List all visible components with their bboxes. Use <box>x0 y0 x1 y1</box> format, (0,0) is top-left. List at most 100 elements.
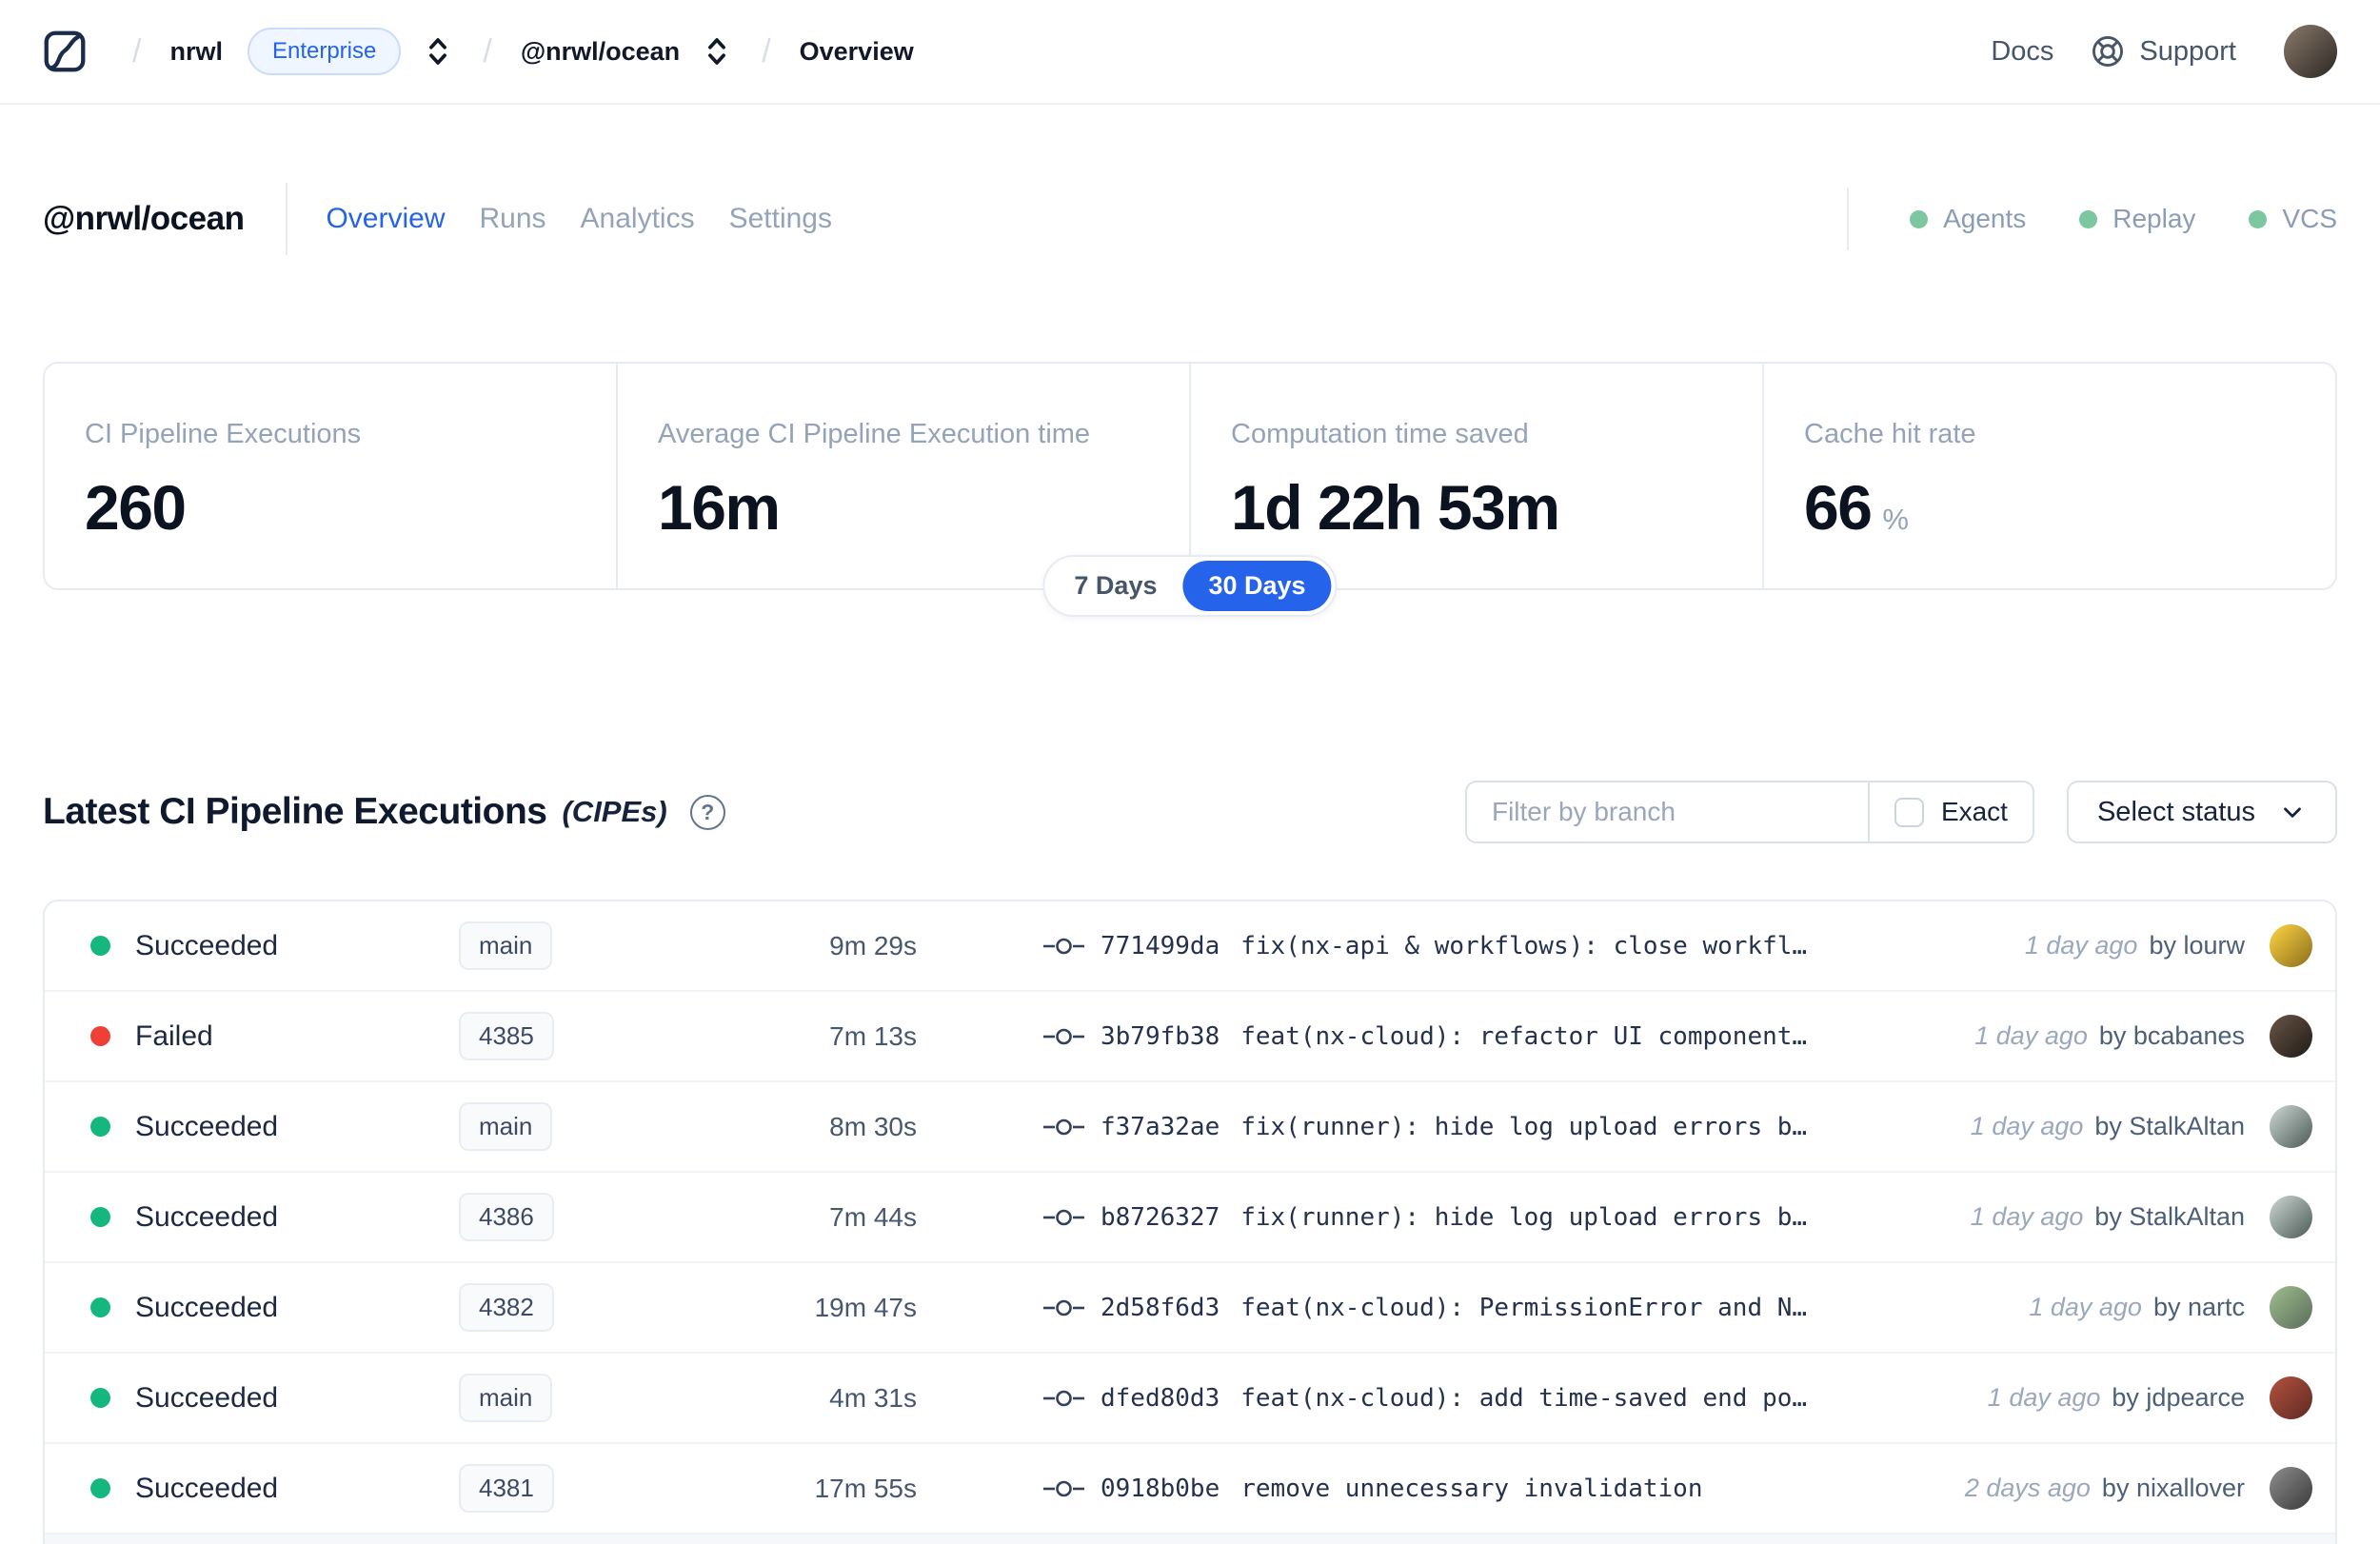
author: by StalkAltan <box>2094 1202 2245 1231</box>
status-cell: Succeeded <box>90 930 459 962</box>
next-row-partial <box>45 1534 2335 1544</box>
commit-message: feat(nx-cloud): PermissionError and N… <box>1240 1293 1808 1322</box>
status-label: Failed <box>135 1019 213 1052</box>
workspace-header: @nrwl/ocean Overview Runs Analytics Sett… <box>0 183 2380 255</box>
author-avatar[interactable] <box>2270 1286 2312 1329</box>
divider <box>1847 188 1850 250</box>
branch-filter-input[interactable] <box>1466 782 1868 841</box>
breadcrumb-separator: / <box>762 32 771 69</box>
git-commit-icon <box>1043 938 1084 954</box>
range-option-30-days[interactable]: 30 Days <box>1182 561 1332 611</box>
commit-message: fix(nx-api & workflows): close workfl… <box>1240 931 1808 960</box>
duration-cell: 4m 31s <box>829 1382 917 1413</box>
table-row[interactable]: Succeeded 4386 7m 44s b8726327 fix(runner… <box>45 1173 2335 1263</box>
branch-badge[interactable]: main <box>459 921 553 970</box>
branch-badge[interactable]: main <box>459 1374 553 1422</box>
commit-hash[interactable]: 0918b0be <box>1101 1475 1220 1503</box>
docs-link[interactable]: Docs <box>1991 36 2053 68</box>
status-dot-icon <box>90 1207 110 1227</box>
commit-text: 2d58f6d3 feat(nx-cloud): PermissionError … <box>1101 1294 1807 1322</box>
time-ago: 1 day ago <box>2024 931 2138 960</box>
breadcrumb-workspace[interactable]: @nrwl/ocean <box>521 37 680 67</box>
branch-cell: main <box>459 921 668 970</box>
status-dot-icon <box>90 1388 110 1408</box>
cipe-section-header: Latest CI Pipeline Executions (CIPEs) ? … <box>0 779 2380 845</box>
duration-cell: 7m 44s <box>829 1201 917 1232</box>
author-avatar[interactable] <box>2270 1015 2312 1058</box>
branch-cell: main <box>459 1374 668 1422</box>
table-row[interactable]: Succeeded 4382 19m 47s 2d58f6d3 feat(nx-c… <box>45 1263 2335 1354</box>
status-select-dropdown[interactable]: Select status <box>2066 781 2337 843</box>
user-avatar[interactable] <box>2284 25 2337 78</box>
commit-message: fix(runner): hide log upload errors b… <box>1240 1112 1808 1141</box>
tab-runs[interactable]: Runs <box>480 203 546 235</box>
author-avatar[interactable] <box>2270 1376 2312 1419</box>
stat-value: 1d 22h 53m <box>1231 472 1560 543</box>
commit-hash[interactable]: dfed80d3 <box>1101 1384 1220 1413</box>
table-row[interactable]: Succeeded main 9m 29s 771499da fix(nx-api… <box>45 901 2335 992</box>
branch-badge[interactable]: 4381 <box>459 1464 554 1513</box>
divider <box>286 183 288 255</box>
git-commit-icon <box>1043 1118 1084 1135</box>
tab-settings[interactable]: Settings <box>729 203 832 235</box>
breadcrumb-separator: / <box>483 32 492 69</box>
branch-badge[interactable]: 4385 <box>459 1012 554 1060</box>
tab-analytics[interactable]: Analytics <box>581 203 695 235</box>
stat-label: Cache hit rate <box>1804 419 1976 449</box>
date-range-toggle: 7 Days 30 Days <box>1042 555 1338 617</box>
status-dot-icon <box>2079 209 2098 228</box>
stat-cache-hit-rate: Cache hit rate 66 % <box>1762 364 2335 588</box>
stat-label: Average CI Pipeline Execution time <box>658 419 1091 449</box>
commit-hash[interactable]: f37a32ae <box>1101 1113 1220 1141</box>
commit-text: dfed80d3 feat(nx-cloud): add time-saved e… <box>1101 1384 1807 1413</box>
stat-value: 66 <box>1804 472 1873 543</box>
range-option-7-days[interactable]: 7 Days <box>1048 561 1182 611</box>
support-link[interactable]: Support <box>2090 33 2236 69</box>
commit-text: 0918b0be remove unnecessary invalidation <box>1101 1475 1703 1503</box>
tab-overview[interactable]: Overview <box>326 203 445 235</box>
table-row[interactable]: Succeeded main 8m 30s f37a32ae fix(runner… <box>45 1082 2335 1173</box>
author: by nixallover <box>2101 1474 2245 1502</box>
author: by lourw <box>2149 931 2245 960</box>
commit-text: f37a32ae fix(runner): hide log upload err… <box>1101 1113 1807 1141</box>
time-ago: 1 day ago <box>1974 1021 2088 1050</box>
commit-hash[interactable]: b8726327 <box>1101 1203 1220 1232</box>
enterprise-badge: Enterprise <box>247 28 402 75</box>
git-commit-icon <box>1043 1390 1084 1406</box>
meta-cell: 1 day ago by StalkAltan <box>1971 1196 2312 1238</box>
help-icon[interactable]: ? <box>689 794 725 830</box>
commit-hash[interactable]: 771499da <box>1101 932 1220 960</box>
nx-cloud-logo-icon[interactable] <box>43 30 87 73</box>
commit-hash[interactable]: 3b79fb38 <box>1101 1022 1220 1051</box>
table-row[interactable]: Failed 4385 7m 13s 3b79fb38 feat(nx-cloud… <box>45 992 2335 1082</box>
commit-hash[interactable]: 2d58f6d3 <box>1101 1294 1220 1322</box>
meta-cell: 1 day ago by lourw <box>2025 924 2312 967</box>
commit-cell: 2d58f6d3 feat(nx-cloud): PermissionError … <box>919 1294 2029 1322</box>
branch-badge[interactable]: 4386 <box>459 1193 554 1241</box>
status-cell: Succeeded <box>90 1111 459 1143</box>
breadcrumb-org[interactable]: nrwl <box>169 37 223 67</box>
org-switcher-icon[interactable] <box>422 32 454 70</box>
table-row[interactable]: Succeeded 4381 17m 55s 0918b0be remove un… <box>45 1444 2335 1534</box>
exact-checkbox[interactable] <box>1894 797 1924 827</box>
commit-cell: 0918b0be remove unnecessary invalidation <box>919 1475 1965 1503</box>
cipe-table: Succeeded main 9m 29s 771499da fix(nx-api… <box>43 900 2337 1544</box>
branch-badge[interactable]: main <box>459 1102 553 1151</box>
workspace-switcher-icon[interactable] <box>701 32 733 70</box>
author: by jdpearce <box>2112 1383 2245 1412</box>
chevron-down-icon <box>2284 807 2301 818</box>
author-avatar[interactable] <box>2270 924 2312 967</box>
section-title-suffix: (CIPEs) <box>562 795 667 828</box>
status-cell: Succeeded <box>90 1201 459 1234</box>
branch-badge[interactable]: 4382 <box>459 1283 554 1332</box>
indicator-agents: Agents <box>1910 204 2026 234</box>
commit-message: feat(nx-cloud): add time-saved end po… <box>1240 1383 1808 1413</box>
author-avatar[interactable] <box>2270 1196 2312 1238</box>
author-avatar[interactable] <box>2270 1105 2312 1148</box>
indicator-vcs: VCS <box>2249 204 2337 234</box>
author-avatar[interactable] <box>2270 1467 2312 1510</box>
breadcrumb-page[interactable]: Overview <box>800 37 914 67</box>
duration-cell: 8m 30s <box>829 1111 917 1141</box>
table-row[interactable]: Succeeded main 4m 31s dfed80d3 feat(nx-cl… <box>45 1354 2335 1444</box>
time-ago: 1 day ago <box>1987 1383 2101 1412</box>
